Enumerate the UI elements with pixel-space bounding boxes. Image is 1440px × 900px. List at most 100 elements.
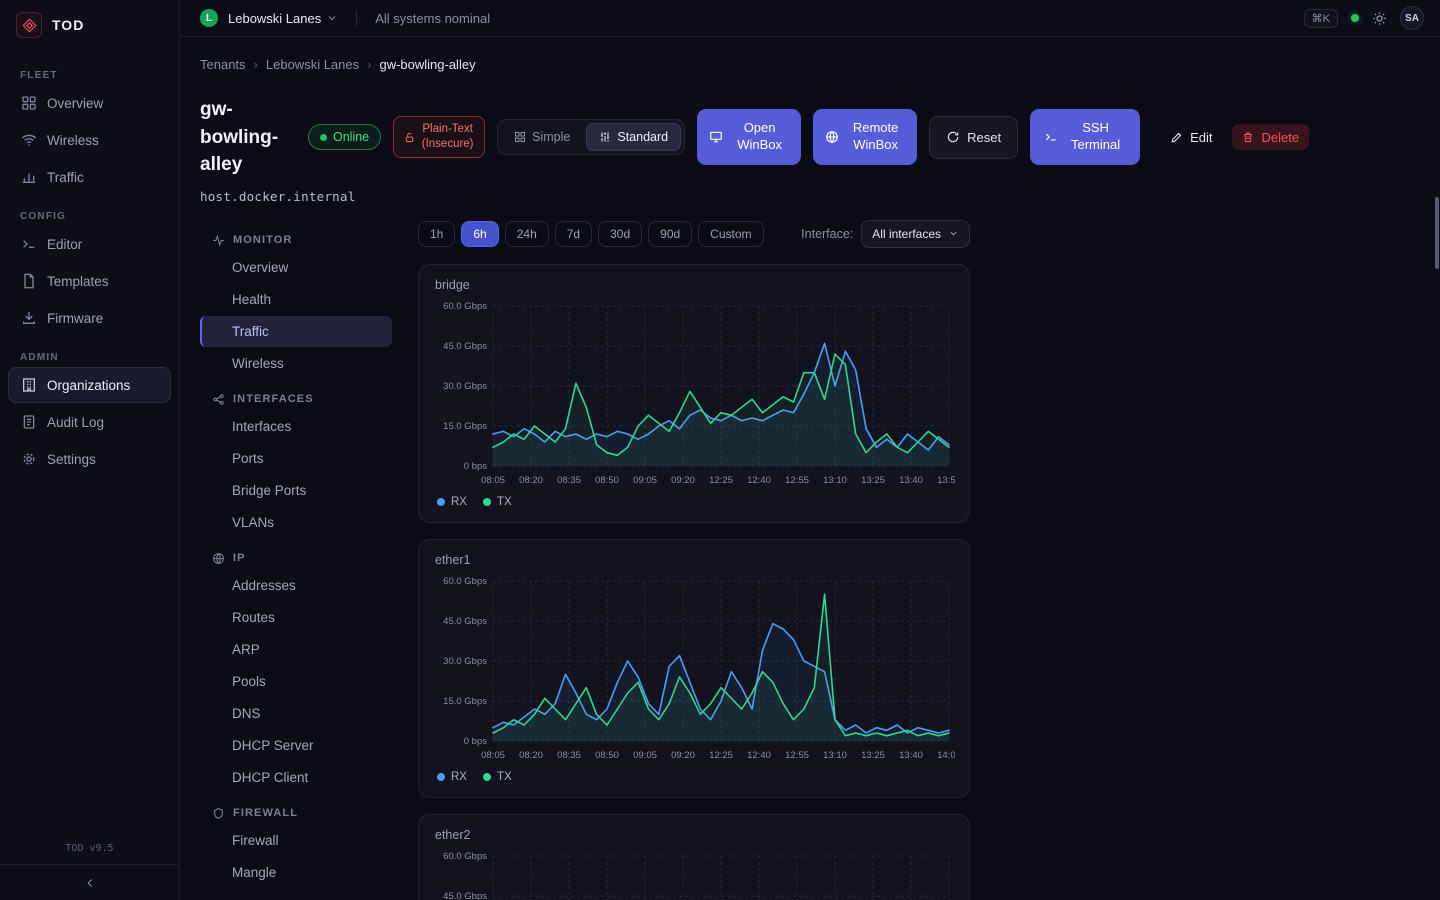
ssh-terminal-button[interactable]: SSH Terminal	[1030, 109, 1140, 165]
mode-standard-option[interactable]: Standard	[586, 123, 681, 151]
svg-text:13:25: 13:25	[861, 475, 885, 486]
globe-icon	[825, 130, 839, 144]
terminal-icon	[21, 236, 37, 252]
nodes-icon	[212, 393, 225, 406]
sidebar-item-editor[interactable]: Editor	[8, 226, 171, 262]
breadcrumb-tenant[interactable]: Lebowski Lanes	[266, 57, 359, 72]
subnav-item-arp[interactable]: ARP	[200, 634, 392, 665]
sidebar-item-label: Firmware	[47, 311, 103, 326]
user-avatar[interactable]: SA	[1400, 6, 1424, 30]
chart-title: bridge	[435, 278, 953, 292]
subnav-item-label: Firewall	[232, 833, 279, 848]
delete-label: Delete	[1261, 130, 1299, 145]
range-1h-button[interactable]: 1h	[418, 221, 455, 247]
device-body: MONITOR Overview Health Traffic Wireless…	[200, 220, 1420, 900]
subnav-item-vlans[interactable]: VLANs	[200, 507, 392, 538]
subnav-item-label: Routes	[232, 610, 275, 625]
subnav-section-monitor: MONITOR	[212, 234, 392, 247]
shield-icon	[212, 807, 225, 820]
sidebar-item-templates[interactable]: Templates	[8, 263, 171, 299]
legend-tx: TX	[483, 771, 512, 783]
ether1-traffic-chart: 08:0508:2008:3508:5009:0509:2012:2512:40…	[435, 571, 955, 767]
delete-button[interactable]: Delete	[1232, 124, 1309, 150]
range-custom-button[interactable]: Custom	[698, 221, 763, 247]
svg-text:13:10: 13:10	[823, 750, 847, 761]
sidebar-item-audit-log[interactable]: Audit Log	[8, 404, 171, 440]
svg-text:0 bps: 0 bps	[464, 736, 487, 747]
sidebar-item-traffic[interactable]: Traffic	[8, 159, 171, 195]
view-mode-segmented-control: Simple Standard	[497, 119, 685, 155]
sidebar-item-label: Settings	[47, 452, 96, 467]
wifi-icon	[21, 132, 37, 148]
range-30d-button[interactable]: 30d	[598, 221, 642, 247]
edit-button[interactable]: Edit	[1162, 124, 1220, 150]
charts-toolbar: 1h 6h 24h 7d 30d 90d Custom Interface: A…	[418, 220, 970, 248]
command-palette-shortcut[interactable]: ⌘K	[1304, 9, 1338, 28]
mode-simple-option[interactable]: Simple	[501, 123, 583, 151]
subnav-item-label: ARP	[232, 642, 260, 657]
theme-toggle-button[interactable]	[1372, 11, 1387, 26]
chart-title: ether2	[435, 828, 953, 842]
sidebar-item-wireless[interactable]: Wireless	[8, 122, 171, 158]
svg-text:60.0 Gbps: 60.0 Gbps	[443, 851, 487, 862]
main-area: L Lebowski Lanes All systems nominal ⌘K …	[180, 0, 1440, 900]
sidebar-item-firmware[interactable]: Firmware	[8, 300, 171, 336]
subnav-item-health[interactable]: Health	[200, 284, 392, 315]
pencil-icon	[1170, 131, 1183, 144]
subnav-section-firewall: FIREWALL	[212, 807, 392, 820]
range-7d-button[interactable]: 7d	[555, 221, 592, 247]
svg-text:09:20: 09:20	[671, 475, 695, 486]
subnav-item-mangle[interactable]: Mangle	[200, 857, 392, 888]
chevron-down-icon	[326, 12, 338, 24]
subnav-item-dhcp-client[interactable]: DHCP Client	[200, 762, 392, 793]
subnav-item-ports[interactable]: Ports	[200, 443, 392, 474]
unlock-icon	[404, 132, 415, 143]
svg-text:08:50: 08:50	[595, 475, 619, 486]
tenant-switcher[interactable]: Lebowski Lanes	[228, 11, 338, 26]
subnav-item-addresses[interactable]: Addresses	[200, 570, 392, 601]
insecure-badge-label: Plain-Text (Insecure)	[421, 122, 474, 152]
subnav-item-routes[interactable]: Routes	[200, 602, 392, 633]
scrollbar-thumb[interactable]	[1435, 197, 1439, 269]
svg-text:60.0 Gbps: 60.0 Gbps	[443, 301, 487, 312]
legend-rx-label: RX	[451, 496, 467, 508]
gear-icon	[21, 451, 37, 467]
bar-chart-icon	[21, 169, 37, 185]
remote-winbox-button[interactable]: Remote WinBox	[813, 109, 917, 165]
interface-label: Interface:	[801, 227, 853, 241]
tenant-avatar: L	[200, 9, 218, 27]
range-90d-button[interactable]: 90d	[648, 221, 692, 247]
rx-dot-icon	[437, 773, 445, 781]
svg-text:08:20: 08:20	[519, 475, 543, 486]
subnav-item-interfaces[interactable]: Interfaces	[200, 411, 392, 442]
svg-text:12:55: 12:55	[785, 475, 809, 486]
subnav-item-firewall[interactable]: Firewall	[200, 825, 392, 856]
subnav-item-pools[interactable]: Pools	[200, 666, 392, 697]
subnav-section-label: FIREWALL	[233, 807, 298, 819]
legend-tx-label: TX	[497, 771, 512, 783]
sidebar-item-organizations[interactable]: Organizations	[8, 367, 171, 403]
legend-tx: TX	[483, 496, 512, 508]
sidebar-item-label: Organizations	[47, 378, 130, 393]
subnav-item-label: Wireless	[232, 356, 284, 371]
ssh-terminal-label: SSH Terminal	[1065, 120, 1127, 154]
sidebar-item-settings[interactable]: Settings	[8, 441, 171, 477]
reset-button[interactable]: Reset	[929, 116, 1018, 159]
chevron-right-icon: ›	[367, 57, 371, 72]
legend-rx: RX	[437, 496, 467, 508]
sidebar-item-label: Templates	[47, 274, 109, 289]
sidebar-item-overview[interactable]: Overview	[8, 85, 171, 121]
subnav-item-overview[interactable]: Overview	[200, 252, 392, 283]
sidebar-collapse-button[interactable]	[0, 864, 179, 900]
breadcrumb-tenants[interactable]: Tenants	[200, 57, 246, 72]
subnav-item-bridge-ports[interactable]: Bridge Ports	[200, 475, 392, 506]
open-winbox-button[interactable]: Open WinBox	[697, 109, 801, 165]
subnav-item-dhcp-server[interactable]: DHCP Server	[200, 730, 392, 761]
interface-select[interactable]: All interfaces	[861, 220, 970, 248]
subnav-item-dns[interactable]: DNS	[200, 698, 392, 729]
range-24h-button[interactable]: 24h	[505, 221, 549, 247]
online-status-badge: Online	[308, 124, 381, 150]
subnav-item-traffic[interactable]: Traffic	[200, 316, 392, 347]
subnav-item-wireless[interactable]: Wireless	[200, 348, 392, 379]
range-6h-button[interactable]: 6h	[461, 221, 498, 247]
